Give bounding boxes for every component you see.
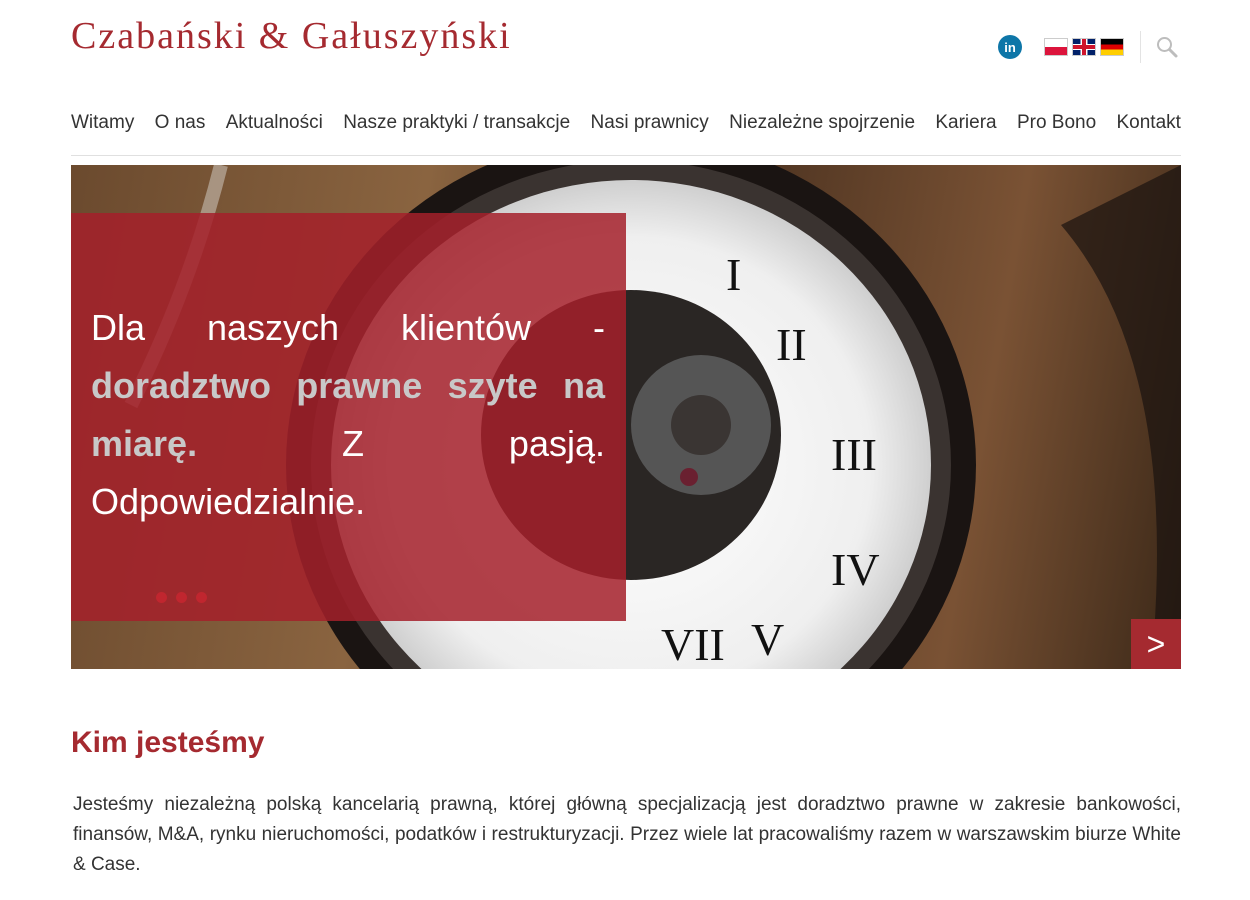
svg-text:V: V (751, 614, 784, 665)
nav-item-praktyki[interactable]: Nasze praktyki / transakcje (343, 112, 570, 134)
search-icon[interactable] (1155, 35, 1179, 59)
svg-text:III: III (831, 429, 877, 480)
slider-dot[interactable] (196, 592, 207, 603)
slider-next-button[interactable]: > (1131, 619, 1181, 669)
nav-item-witamy[interactable]: Witamy (71, 112, 134, 134)
nav-item-aktualnosci[interactable]: Aktualności (226, 112, 323, 134)
header-tools: in (998, 31, 1179, 63)
nav-divider (71, 155, 1181, 156)
nav-item-o-nas[interactable]: O nas (155, 112, 206, 134)
flag-de-icon[interactable] (1100, 38, 1124, 56)
section-paragraph: Jesteśmy niezależną polską kancelarią pr… (73, 794, 1181, 875)
main-nav: Witamy O nas Aktualności Nasze praktyki … (71, 112, 1181, 134)
svg-text:IV: IV (831, 544, 880, 595)
nav-item-pro-bono[interactable]: Pro Bono (1017, 112, 1096, 134)
flag-en-icon[interactable] (1072, 38, 1096, 56)
site-logo[interactable]: Czabański & Gałuszyński (71, 14, 512, 58)
svg-text:II: II (776, 319, 807, 370)
nav-item-kontakt[interactable]: Kontakt (1117, 112, 1181, 134)
language-switcher (1044, 38, 1124, 56)
slider-dot[interactable] (176, 592, 187, 603)
slider-dot[interactable] (156, 592, 167, 603)
divider (1140, 31, 1141, 63)
svg-text:VII: VII (661, 619, 725, 669)
flag-pl-icon[interactable] (1044, 38, 1068, 56)
hero-overlay: Dla naszych klientów - doradztwo prawne … (71, 213, 626, 621)
nav-item-prawnicy[interactable]: Nasi prawnicy (591, 112, 709, 134)
nav-item-kariera[interactable]: Kariera (935, 112, 996, 134)
hero-tagline: Dla naszych klientów - doradztwo prawne … (91, 299, 605, 531)
nav-item-spojrzenie[interactable]: Niezależne spojrzenie (729, 112, 915, 134)
hero-text-1: Dla naszych klientów - (91, 307, 605, 348)
slider-dots (156, 592, 207, 603)
svg-text:I: I (726, 249, 741, 300)
linkedin-icon[interactable]: in (998, 35, 1022, 59)
hero-slider: I II III IV V VII Dla naszych klientów -… (71, 165, 1181, 669)
section-title: Kim jesteśmy (71, 726, 265, 759)
